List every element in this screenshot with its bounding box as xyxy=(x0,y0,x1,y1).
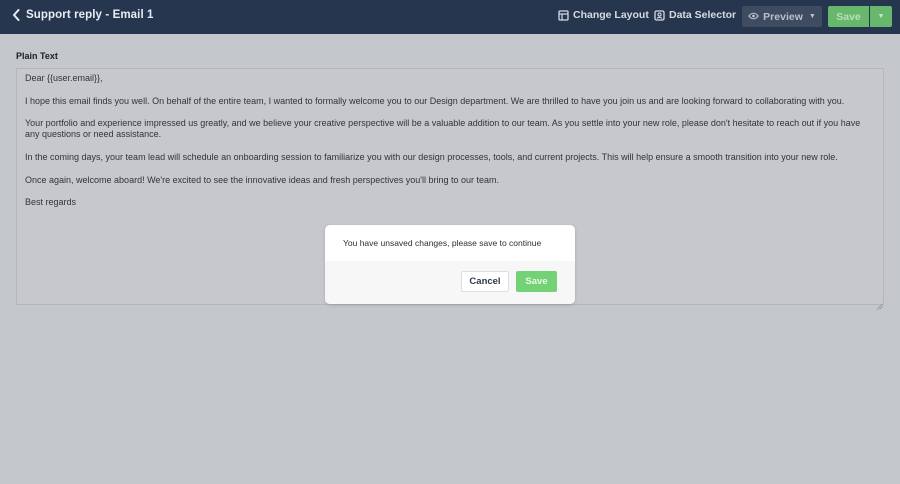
dialog-footer: Cancel Save xyxy=(325,261,575,304)
caret-down-icon: ▼ xyxy=(877,13,885,20)
save-dropdown-button[interactable]: ▼ xyxy=(870,6,892,27)
back-button[interactable] xyxy=(8,8,24,26)
caret-down-icon: ▼ xyxy=(808,13,816,20)
change-layout-label: Change Layout xyxy=(573,9,649,21)
email-line-signoff: Best regards xyxy=(25,197,77,208)
change-layout-button[interactable]: Change Layout xyxy=(558,9,649,21)
header-save-button[interactable]: Save xyxy=(828,6,869,27)
unsaved-changes-dialog: You have unsaved changes, please save to… xyxy=(325,225,575,304)
chevron-left-icon xyxy=(12,8,20,26)
plain-text-label: Plain Text xyxy=(16,51,58,61)
dialog-message: You have unsaved changes, please save to… xyxy=(343,238,542,248)
data-selector-icon xyxy=(654,9,665,21)
page-title: Support reply - Email 1 xyxy=(26,9,154,21)
email-line-greeting: Dear {{user.email}}, xyxy=(25,73,103,83)
layout-icon xyxy=(558,9,569,21)
preview-button[interactable]: Preview ▼ xyxy=(742,6,822,27)
eye-icon xyxy=(748,11,760,23)
data-selector-label: Data Selector xyxy=(669,9,737,21)
top-bar: Support reply - Email 1 Change Layout Da… xyxy=(0,0,900,34)
email-line-paragraph: I hope this email finds you well. On beh… xyxy=(25,95,845,106)
save-button[interactable]: Save xyxy=(516,271,557,292)
data-selector-button[interactable]: Data Selector xyxy=(654,9,736,21)
preview-label: Preview xyxy=(763,10,803,23)
email-line-paragraph: Your portfolio and experience impressed … xyxy=(25,118,861,140)
resize-handle-icon[interactable] xyxy=(876,297,883,310)
save-button-group: Save ▼ xyxy=(828,6,892,27)
email-line-paragraph: Once again, welcome aboard! We're excite… xyxy=(25,174,500,185)
email-body: Dear {{user.email}}, I hope this email f… xyxy=(25,73,873,208)
cancel-button[interactable]: Cancel xyxy=(461,271,509,292)
email-line-paragraph: In the coming days, your team lead will … xyxy=(25,151,838,162)
